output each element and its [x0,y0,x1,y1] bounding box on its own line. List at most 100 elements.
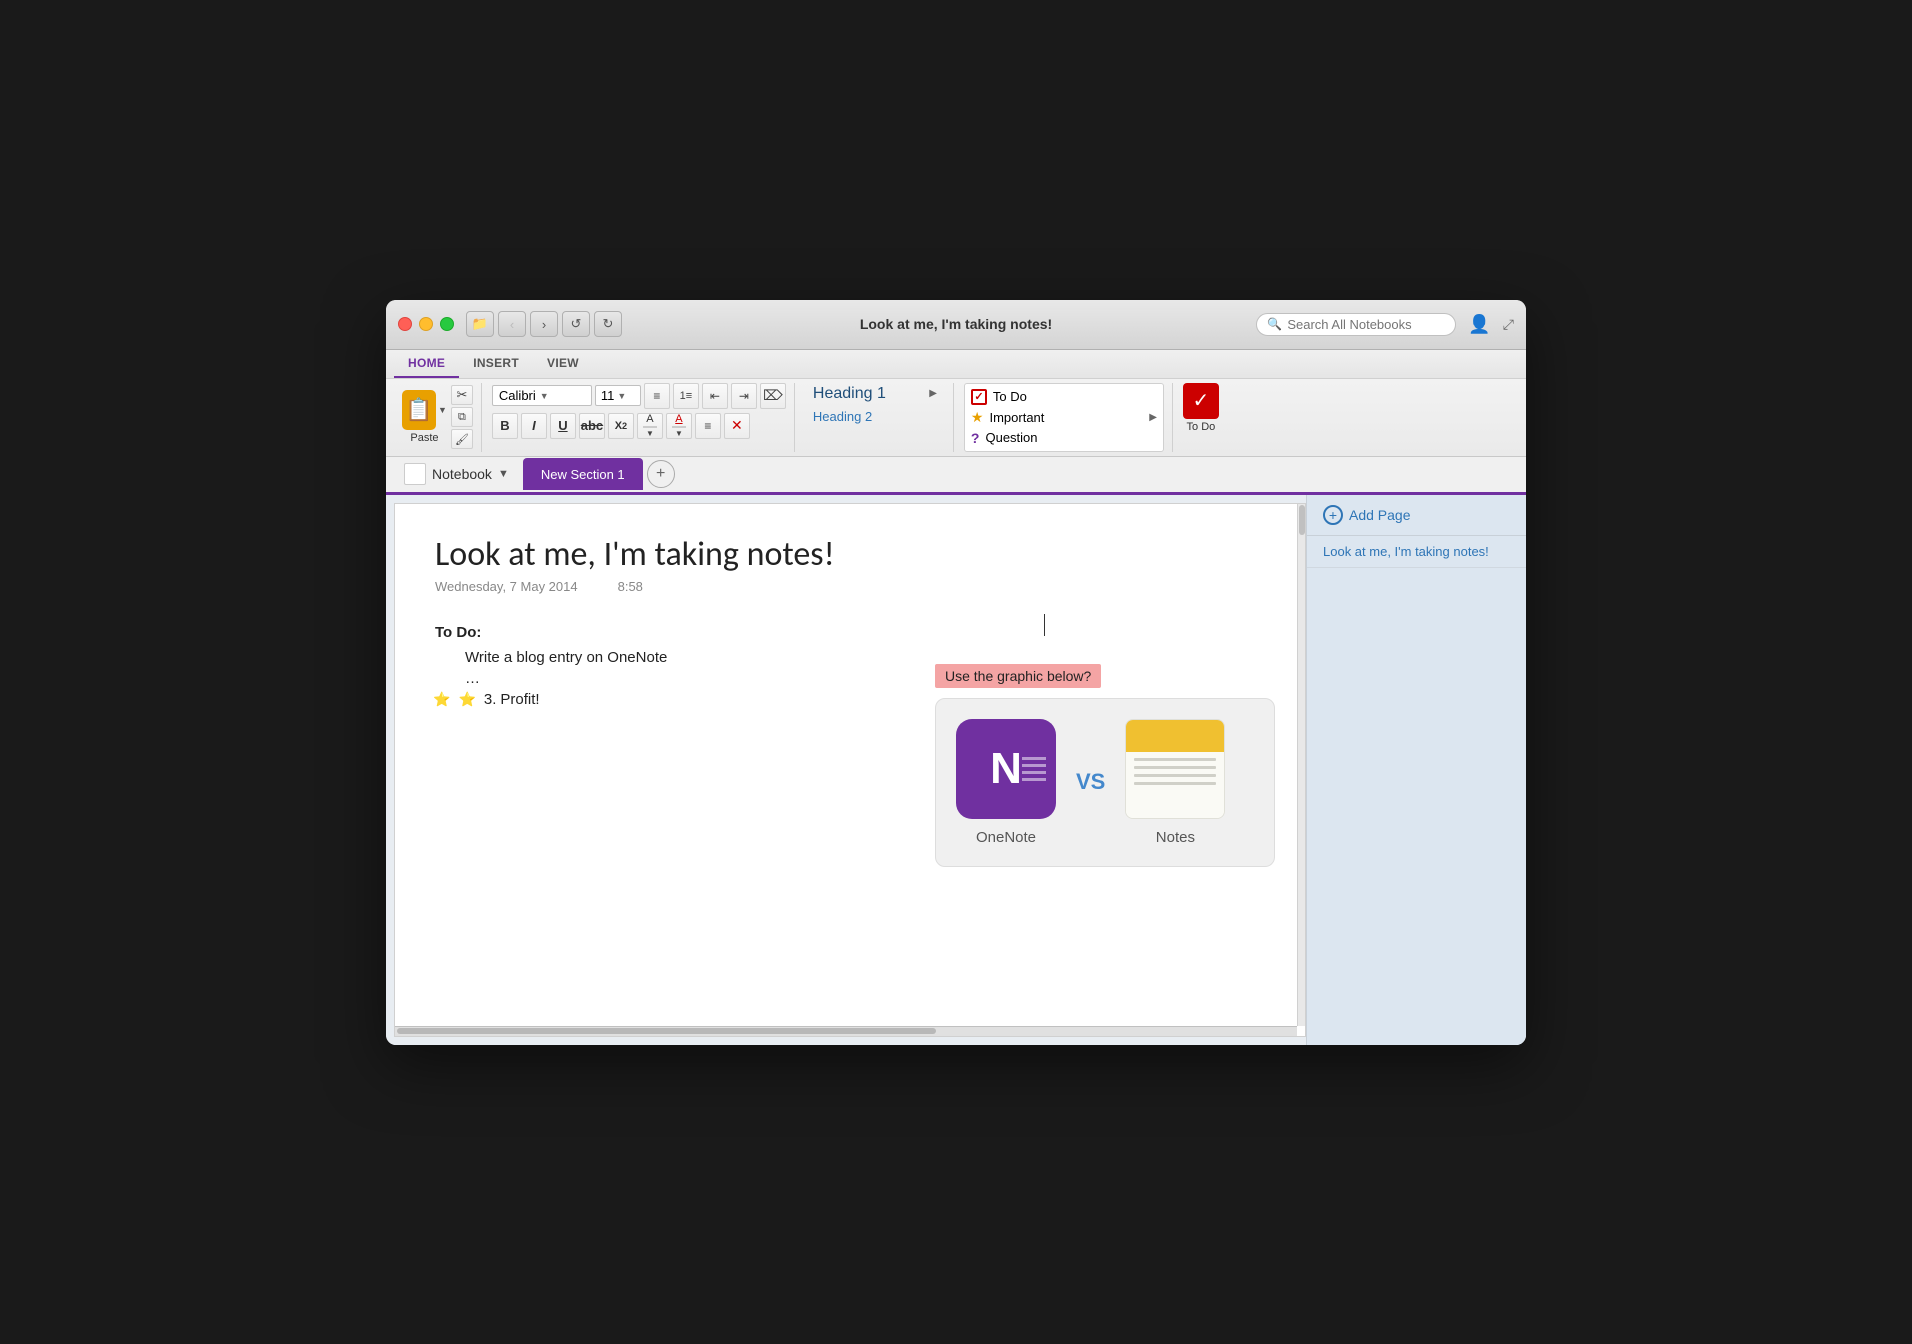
add-page-circle-icon: + [1323,505,1343,525]
scroll-thumb[interactable] [397,1028,936,1034]
heading1-label: Heading 1 [813,385,886,403]
numbered-list-button[interactable]: 1≡ [673,383,699,409]
close-button[interactable] [398,317,412,331]
app-window: 📁 ‹ › ↺ ↻ Look at me, I'm taking notes! … [386,300,1526,1045]
page-list-item[interactable]: Look at me, I'm taking notes! [1307,536,1526,568]
underline-button[interactable]: U [550,413,576,439]
todo-tag[interactable]: ✓ To Do [971,387,1157,407]
strikethrough-button[interactable]: abc [579,413,605,439]
app-comparison-graphic: N OneNote VS [935,698,1275,867]
onenote-icon: N [956,719,1056,819]
format-painter-button[interactable]: 🖌 [451,429,473,449]
onenote-letter: N [990,744,1022,794]
tab-home[interactable]: HOME [394,350,459,378]
font-row-1: Calibri ▼ 11 ▼ ≡ 1≡ ⇤ ⇥ ⌦ [492,383,786,409]
highlight-letter: A [646,413,653,425]
increase-indent-button[interactable]: ⇥ [731,383,757,409]
clear-style-button[interactable]: ✕ [724,413,750,439]
clipboard-group: 📋 ▼ Paste ✂ ⧉ 🖌 [394,383,482,452]
add-page-button[interactable]: + Add Page [1307,495,1526,536]
page-sidebar: + Add Page Look at me, I'm taking notes! [1306,495,1526,1045]
redo-button[interactable]: ↻ [594,311,622,337]
list-item-number: 3. [484,691,497,708]
search-input[interactable] [1287,317,1445,332]
onenote-app-label: OneNote [976,829,1036,846]
tags-expand-arrow[interactable]: ▶ [1149,412,1157,423]
heading1-style[interactable]: Heading 1 ▶ [805,383,945,405]
star-icon: ★ [971,409,984,426]
todo-tag-label: To Do [993,389,1027,404]
todo-section-heading: To Do: [435,624,1265,641]
horizontal-scrollbar[interactable] [395,1026,1297,1036]
add-section-button[interactable]: + [647,460,675,488]
heading1-expand: ▶ [929,388,937,399]
ribbon-content: 📋 ▼ Paste ✂ ⧉ 🖌 Calibri ▼ [386,379,1526,456]
paste-dropdown-arrow[interactable]: ▼ [438,405,447,415]
todo-checkbox-icon: ✓ [971,389,987,405]
bold-button[interactable]: B [492,413,518,439]
notes-app-label: Notes [1156,829,1195,846]
font-size-selector[interactable]: 11 ▼ [595,385,641,406]
notebook-icon [404,463,426,485]
todo-quick-group: ✓ To Do [1175,383,1227,452]
notes-icon [1125,719,1225,819]
page-date-value: Wednesday, 7 May 2014 [435,579,578,594]
heading2-label: Heading 2 [813,409,872,424]
clear-formatting-button[interactable]: ⌦ [760,383,786,409]
ribbon-tabs: HOME INSERT VIEW [386,350,1526,379]
undo-button[interactable]: ↺ [562,311,590,337]
highlight-dropdown[interactable]: ▼ [646,429,654,438]
font-color-button[interactable]: A ▼ [666,413,692,439]
heading2-style[interactable]: Heading 2 [805,407,945,426]
ribbon: HOME INSERT VIEW 📋 ▼ Paste ✂ [386,350,1526,457]
font-size-dropdown-arrow: ▼ [617,391,626,401]
page-content[interactable]: Look at me, I'm taking notes! Wednesday,… [394,503,1306,1037]
list-item-text: Profit! [500,691,539,708]
minimize-button[interactable] [419,317,433,331]
important-tag[interactable]: ★ Important ▶ [971,407,1157,428]
text-cursor [1044,614,1045,636]
vertical-scroll-thumb[interactable] [1299,505,1305,535]
traffic-lights [398,317,454,331]
forward-button[interactable]: › [530,311,558,337]
file-icon[interactable]: 📁 [466,311,494,337]
alignment-button[interactable]: ≡ [695,413,721,439]
paste-button[interactable]: 📋 [402,390,436,430]
onenote-lines [1022,757,1046,781]
font-color-dropdown[interactable]: ▼ [675,429,683,438]
italic-button[interactable]: I [521,413,547,439]
search-box[interactable]: 🔍 [1256,313,1456,336]
title-bar-search: 🔍 👤 ⤢ [1256,313,1514,336]
font-color-letter: A [675,413,682,425]
tab-insert[interactable]: INSERT [459,350,533,378]
question-icon: ? [971,430,980,446]
main-area: Look at me, I'm taking notes! Wednesday,… [386,495,1526,1045]
expand-icon[interactable]: ⤢ [1503,316,1514,333]
back-button[interactable]: ‹ [498,311,526,337]
todo-quick-button[interactable]: ✓ [1183,383,1219,419]
fullscreen-button[interactable] [440,317,454,331]
tab-view[interactable]: VIEW [533,350,593,378]
font-size-value: 11 [601,388,615,403]
vertical-scrollbar[interactable] [1297,504,1305,1026]
cut-button[interactable]: ✂ [451,385,473,405]
title-bar: 📁 ‹ › ↺ ↻ Look at me, I'm taking notes! … [386,300,1526,350]
font-group: Calibri ▼ 11 ▼ ≡ 1≡ ⇤ ⇥ ⌦ B I U [484,383,795,452]
copy-button[interactable]: ⧉ [451,407,473,427]
highlight-color-button[interactable]: A ▼ [637,413,663,439]
todo-checkmark-icon: ✓ [1193,388,1210,413]
notebook-selector[interactable]: Notebook ▼ [394,459,519,489]
section-tab-new-section-1[interactable]: New Section 1 [523,458,643,490]
onenote-line-1 [1022,757,1046,760]
question-tag[interactable]: ? Question [971,428,1157,448]
user-icon[interactable]: 👤 [1468,314,1490,335]
font-name-value: Calibri [499,388,536,403]
font-name-selector[interactable]: Calibri ▼ [492,385,592,406]
bullet-list-button[interactable]: ≡ [644,383,670,409]
font-name-dropdown-arrow: ▼ [540,391,549,401]
list-item-text: … [465,670,480,687]
notes-line-1 [1134,758,1216,761]
decrease-indent-button[interactable]: ⇤ [702,383,728,409]
subscript-button[interactable]: X2 [608,413,634,439]
font-row-2: B I U abc X2 A ▼ A ▼ ≡ [492,413,750,439]
